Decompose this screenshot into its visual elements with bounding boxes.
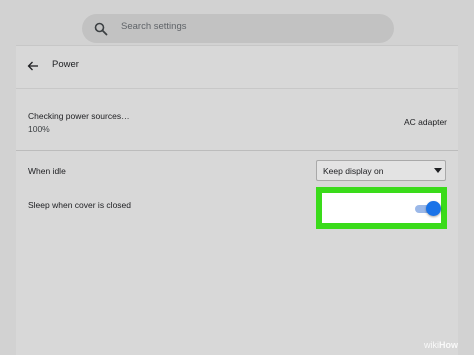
when-idle-select[interactable]: Keep display on xyxy=(316,160,446,181)
search-placeholder: Search settings xyxy=(121,21,187,32)
search-input[interactable]: Search settings xyxy=(82,14,394,43)
divider xyxy=(16,88,458,89)
chevron-down-icon xyxy=(434,168,442,173)
sleep-cover-label: Sleep when cover is closed xyxy=(28,200,132,210)
when-idle-label: When idle xyxy=(28,166,66,176)
battery-percent: 100% xyxy=(28,124,50,134)
arrow-left-icon[interactable] xyxy=(27,60,39,72)
when-idle-selected-value: Keep display on xyxy=(323,166,384,176)
divider xyxy=(16,150,458,151)
page-title: Power xyxy=(52,59,79,70)
highlight-box xyxy=(316,187,447,229)
watermark-wiki: wiki xyxy=(424,340,439,350)
power-source-value: AC adapter xyxy=(404,117,447,127)
power-source-label: Checking power sources… xyxy=(28,111,130,121)
panel-top-edge xyxy=(16,45,458,46)
search-icon xyxy=(94,22,108,36)
watermark-how: How xyxy=(439,340,458,350)
wikihow-watermark: wikiHow xyxy=(424,340,458,350)
toggle-thumb[interactable] xyxy=(426,201,441,216)
